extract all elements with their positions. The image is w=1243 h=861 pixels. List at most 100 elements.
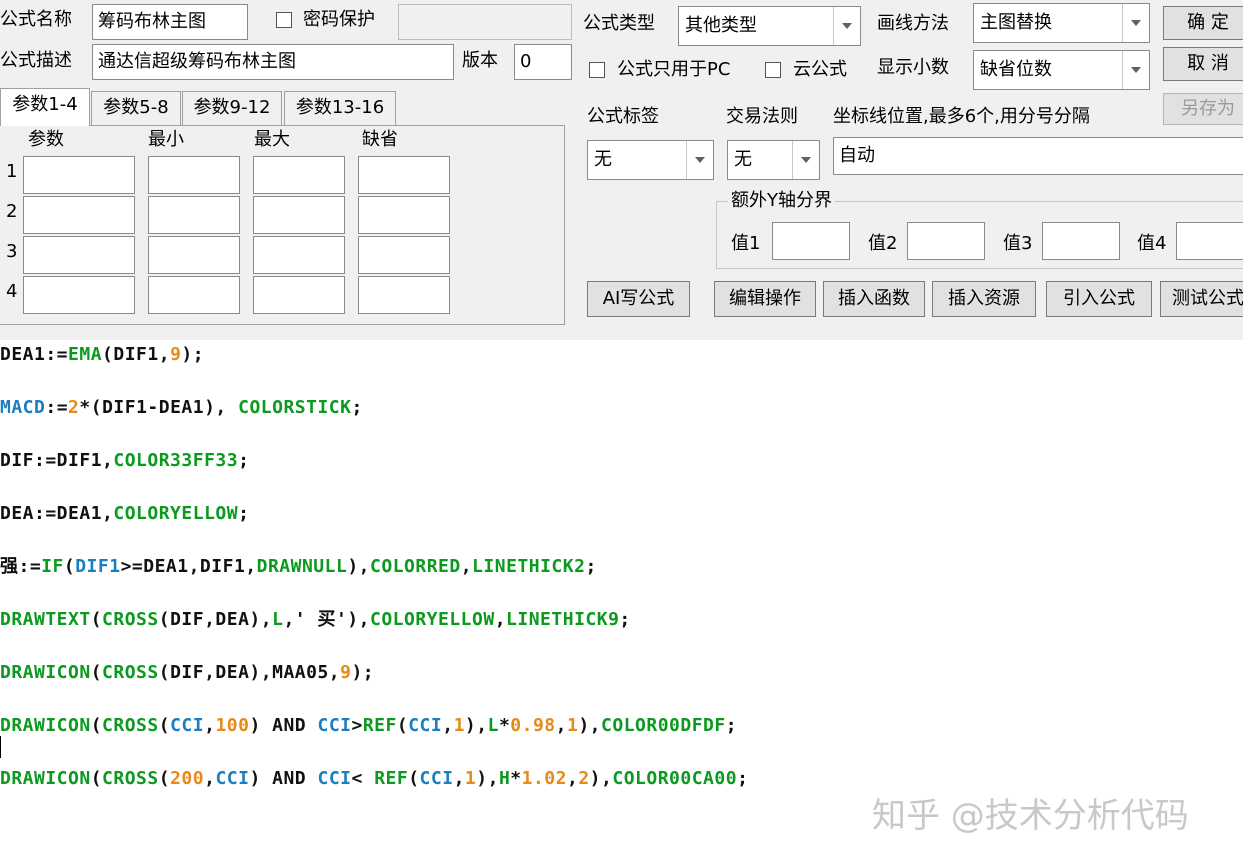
code-token: CROSS xyxy=(102,715,159,736)
code-token: >=DEA1,DIF1, xyxy=(120,556,257,577)
edit-ops-button[interactable]: 编辑操作 xyxy=(714,281,816,317)
code-token: CROSS xyxy=(102,768,159,789)
code-token: DRAWICON xyxy=(0,662,91,683)
param-row-number: 3 xyxy=(6,241,18,262)
code-token: EMA xyxy=(68,344,103,365)
param-max-input[interactable] xyxy=(253,196,345,234)
decimals-select[interactable]: 缺省位数 xyxy=(973,50,1150,90)
param-header-max: 最大 xyxy=(254,129,290,150)
decimals-label: 显示小数 xyxy=(877,57,949,78)
param-min-input[interactable] xyxy=(148,156,240,194)
code-token: CCI xyxy=(170,715,205,736)
param-max-input[interactable] xyxy=(253,156,345,194)
code-token: ( xyxy=(90,609,103,630)
axis-input[interactable]: 自动 xyxy=(833,137,1243,175)
code-token: ) AND xyxy=(249,768,318,789)
trade-value: 无 xyxy=(734,149,752,170)
extra-y-axis-label: 额外Y轴分界 xyxy=(728,189,835,213)
code-token: DRAWTEXT xyxy=(0,609,91,630)
code-token: CROSS xyxy=(102,609,159,630)
param-name-input[interactable] xyxy=(23,196,135,234)
value4-label: 值4 xyxy=(1137,233,1167,254)
tag-label: 公式标签 xyxy=(587,106,659,127)
test-formula-button[interactable]: 测试公式 xyxy=(1160,281,1243,317)
code-token: := xyxy=(45,397,69,418)
version-input[interactable]: 0 xyxy=(514,44,572,80)
chevron-down-icon[interactable] xyxy=(1122,51,1149,89)
code-token: ), xyxy=(589,768,613,789)
formula-name-input[interactable]: 筹码布林主图 xyxy=(92,4,248,40)
tab-params-13-16[interactable]: 参数13-16 xyxy=(284,91,396,126)
ai-write-button[interactable]: AI写公式 xyxy=(587,281,690,317)
insert-resource-button[interactable]: 插入资源 xyxy=(932,281,1036,317)
param-default-input[interactable] xyxy=(358,156,450,194)
code-token: REF xyxy=(374,768,409,789)
import-formula-button[interactable]: 引入公式 xyxy=(1046,281,1152,317)
chevron-down-icon[interactable] xyxy=(792,141,819,179)
code-token: 0.98 xyxy=(510,715,556,736)
trade-label: 交易法则 xyxy=(726,106,798,127)
value4-input[interactable] xyxy=(1176,222,1243,260)
code-token: LINETHICK9 xyxy=(506,609,620,630)
param-default-input[interactable] xyxy=(358,196,450,234)
param-min-input[interactable] xyxy=(148,196,240,234)
formula-type-select[interactable]: 其他类型 xyxy=(678,6,861,46)
ok-button[interactable]: 确 定 xyxy=(1163,6,1243,40)
code-token: 9 xyxy=(170,344,182,365)
param-default-input[interactable] xyxy=(358,236,450,274)
param-max-input[interactable] xyxy=(253,236,345,274)
value1-label: 值1 xyxy=(731,233,761,254)
tab-params-1-4[interactable]: 参数1-4 xyxy=(0,88,90,126)
code-token: COLORYELLOW xyxy=(369,609,495,630)
param-min-input[interactable] xyxy=(148,276,240,314)
code-editor[interactable]: DEA1:=EMA(DIF1,9); MACD:=2*(DIF1-DEA1), … xyxy=(0,340,1243,861)
cloud-checkbox[interactable] xyxy=(765,62,781,78)
param-name-input[interactable] xyxy=(23,236,135,274)
chevron-down-icon[interactable] xyxy=(1122,4,1149,42)
param-default-input[interactable] xyxy=(358,276,450,314)
description-input[interactable]: 通达信超级筹码布林主图 xyxy=(92,44,454,80)
code-token: * xyxy=(498,715,511,736)
param-row-number: 4 xyxy=(6,281,18,302)
code-line: DRAWICON(CROSS(200,CCI) AND CCI< REF(CCI… xyxy=(0,767,748,791)
password-checkbox[interactable] xyxy=(276,12,292,28)
password-label: 密码保护 xyxy=(303,9,375,30)
param-max-input[interactable] xyxy=(253,276,345,314)
formula-type-value: 其他类型 xyxy=(685,15,757,36)
tag-select[interactable]: 无 xyxy=(587,140,714,180)
code-token: 1 xyxy=(464,768,477,789)
code-line: DRAWICON(CROSS(DIF,DEA),MAA05,9); xyxy=(0,661,374,685)
value3-input[interactable] xyxy=(1042,222,1120,260)
code-token: L xyxy=(272,609,284,630)
param-min-input[interactable] xyxy=(148,236,240,274)
tab-params-9-12[interactable]: 参数9-12 xyxy=(182,91,282,126)
code-token: , xyxy=(442,715,454,736)
code-token: L xyxy=(487,715,499,736)
value2-input[interactable] xyxy=(907,222,985,260)
pc-only-checkbox[interactable] xyxy=(589,62,605,78)
params-panel: 参数 最小 最大 缺省 1 2 3 4 xyxy=(0,125,565,325)
cancel-button[interactable]: 取 消 xyxy=(1163,47,1243,81)
code-token: CCI xyxy=(419,768,454,789)
param-name-input[interactable] xyxy=(23,276,135,314)
insert-function-button[interactable]: 插入函数 xyxy=(823,281,925,317)
code-token: ( xyxy=(158,768,171,789)
tab-params-5-8[interactable]: 参数5-8 xyxy=(91,91,181,126)
code-token: DIF1 xyxy=(75,556,121,577)
draw-method-select[interactable]: 主图替换 xyxy=(973,3,1150,43)
code-token: IF xyxy=(41,556,64,577)
tag-value: 无 xyxy=(594,149,612,170)
param-name-input[interactable] xyxy=(23,156,135,194)
code-token: 1 xyxy=(566,715,579,736)
code-token: (DIF,DEA),MAA05, xyxy=(158,662,341,683)
chevron-down-icon[interactable] xyxy=(686,141,713,179)
chevron-down-icon[interactable] xyxy=(833,7,860,45)
code-token: *(DIF1-DEA1), xyxy=(79,397,239,418)
code-token: , xyxy=(204,715,216,736)
value1-input[interactable] xyxy=(772,222,850,260)
password-input xyxy=(398,4,572,40)
code-token: COLOR33FF33 xyxy=(113,450,239,471)
code-token: 1 xyxy=(453,715,465,736)
save-as-button[interactable]: 另存为 xyxy=(1163,93,1243,125)
trade-select[interactable]: 无 xyxy=(727,140,820,180)
